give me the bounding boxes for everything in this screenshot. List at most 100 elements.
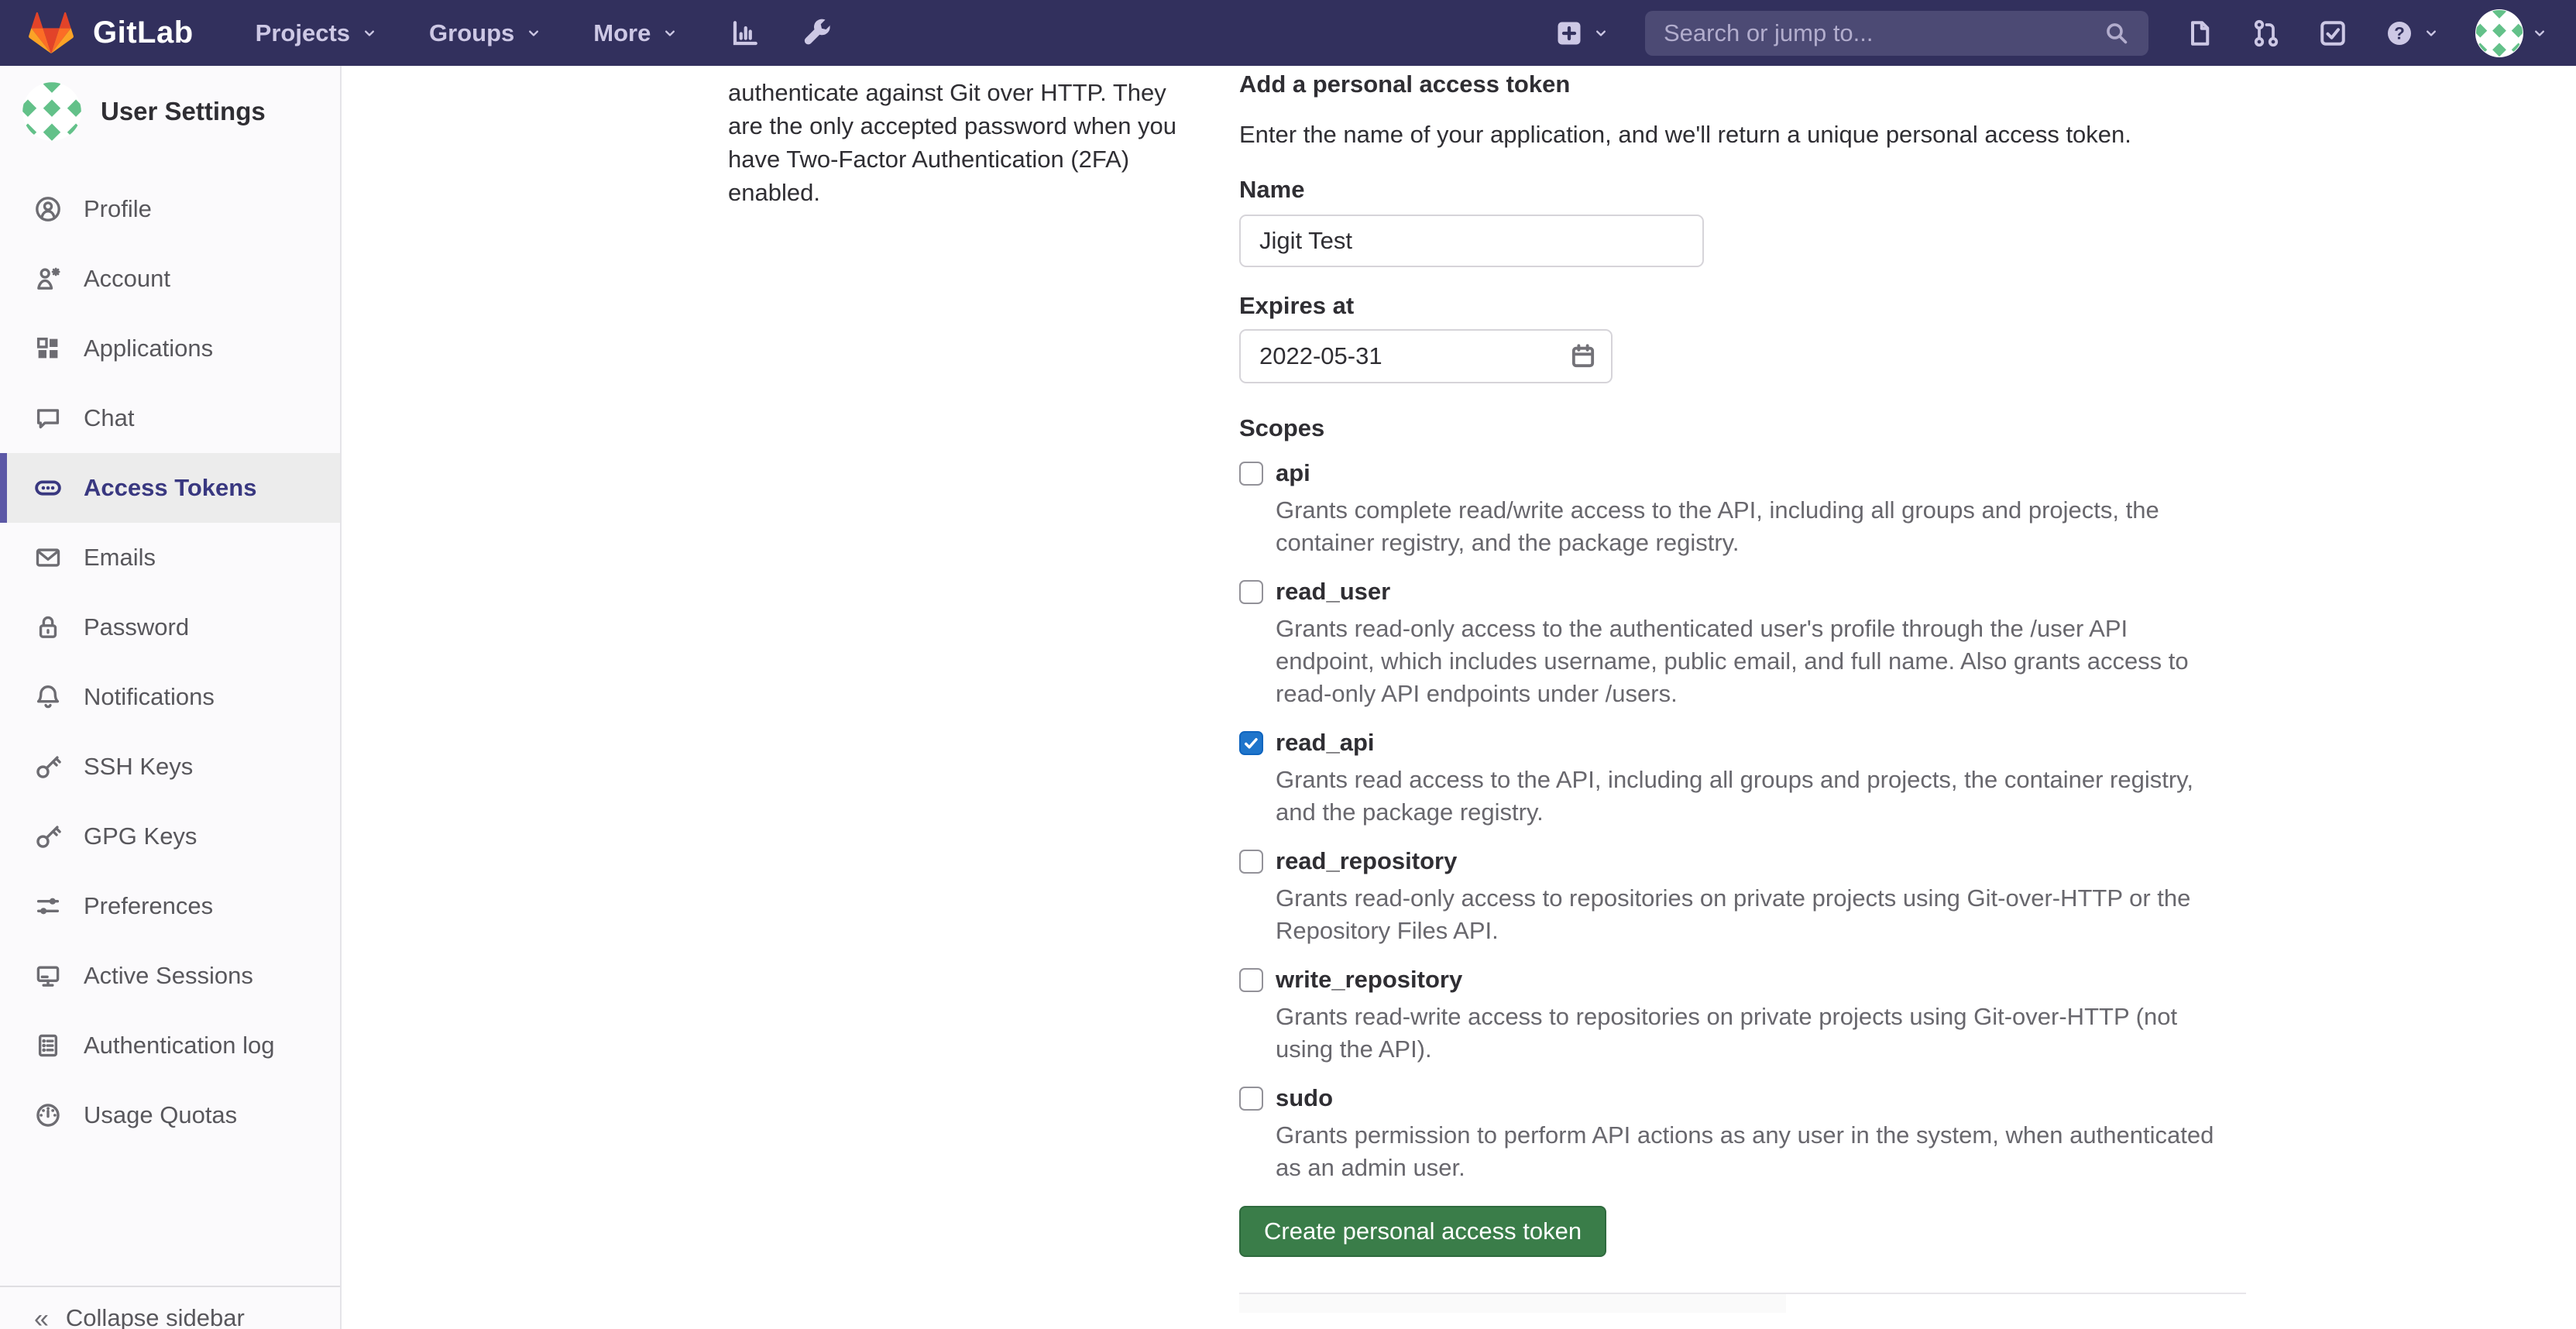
sidebar-item-gpg-keys[interactable]: GPG Keys — [0, 802, 340, 871]
collapse-sidebar-button[interactable]: « Collapse sidebar — [0, 1286, 340, 1329]
avatar — [22, 81, 82, 142]
plus-square-icon — [1554, 18, 1585, 49]
sidebar-item-label: Password — [84, 613, 189, 641]
chevron-down-icon — [2423, 25, 2440, 42]
sidebar-item-label: Applications — [84, 335, 213, 362]
new-menu-button[interactable] — [1554, 18, 1609, 49]
sidebar-nav: Profile Account Applications Chat Access Tok… — [0, 174, 340, 1150]
create-token-button[interactable]: Create personal access token — [1239, 1206, 1606, 1257]
nav-more[interactable]: More — [593, 19, 678, 47]
sidebar-title: User Settings — [101, 97, 266, 126]
merge-request-icon[interactable] — [2251, 18, 2282, 49]
issues-document-icon[interactable] — [2184, 18, 2215, 49]
scope-name: api — [1276, 459, 1310, 487]
search-input[interactable] — [1664, 19, 2104, 47]
sidebar-item-usage-quotas[interactable]: Usage Quotas — [0, 1080, 340, 1150]
key-icon — [34, 822, 62, 850]
gauge-icon — [34, 1101, 62, 1129]
form-intro: Enter the name of your application, and … — [1239, 118, 2246, 151]
sliders-icon — [34, 892, 62, 920]
collapse-sidebar-label: Collapse sidebar — [66, 1304, 245, 1329]
scope-desc: Grants read-only access to the authentic… — [1276, 613, 2219, 710]
main-content: authenticate against Git over HTTP. They… — [343, 66, 2576, 1329]
bell-icon — [34, 683, 62, 711]
sidebar-item-label: Notifications — [84, 683, 215, 711]
sidebar-item-label: Active Sessions — [84, 962, 253, 990]
sidebar-item-password[interactable]: Password — [0, 592, 340, 662]
chevron-down-icon — [525, 25, 542, 42]
avatar — [2475, 9, 2523, 57]
scope-checkbox-read_repository[interactable] — [1239, 850, 1263, 874]
scope-desc: Grants permission to perform API actions… — [1276, 1119, 2219, 1184]
scope-row-read_repository: read_repository Grants read-only access t… — [1239, 847, 2246, 947]
sidebar-item-label: Authentication log — [84, 1032, 274, 1059]
key-icon — [34, 753, 62, 781]
sidebar-item-label: Usage Quotas — [84, 1101, 237, 1129]
sidebar-item-active-sessions[interactable]: Active Sessions — [0, 941, 340, 1011]
scope-name: sudo — [1276, 1084, 1333, 1112]
help-question-icon — [2384, 18, 2415, 49]
sidebar-item-access-tokens[interactable]: Access Tokens — [0, 453, 340, 523]
nav-projects[interactable]: Projects — [256, 19, 378, 47]
chevron-down-icon — [1592, 25, 1609, 42]
expires-label: Expires at — [1239, 290, 2246, 321]
sidebar-item-emails[interactable]: Emails — [0, 523, 340, 592]
sidebar-item-profile[interactable]: Profile — [0, 174, 340, 244]
chevron-down-icon — [361, 25, 378, 42]
nav-groups[interactable]: Groups — [429, 19, 542, 47]
sidebar-item-applications[interactable]: Applications — [0, 314, 340, 383]
scope-checkbox-write_repository[interactable] — [1239, 968, 1263, 992]
sidebar-item-ssh-keys[interactable]: SSH Keys — [0, 732, 340, 802]
nav-groups-label: Groups — [429, 19, 514, 47]
log-icon — [34, 1032, 62, 1059]
scope-checkbox-api[interactable] — [1239, 462, 1263, 486]
scope-row-write_repository: write_repositoryGrants read-write access… — [1239, 966, 2246, 1066]
scope-desc: Grants complete read/write access to the… — [1276, 494, 2219, 559]
token-name-input[interactable] — [1239, 215, 1704, 267]
next-section-edge — [1239, 1294, 1786, 1313]
add-token-form: Add a personal access token Enter the na… — [1239, 66, 2246, 1313]
check-icon — [1242, 734, 1260, 752]
wrench-icon[interactable] — [802, 18, 833, 49]
sidebar-item-label: Access Tokens — [84, 474, 256, 502]
sidebar-item-notifications[interactable]: Notifications — [0, 662, 340, 732]
section-description: authenticate against Git over HTTP. They… — [728, 76, 1188, 209]
account-icon — [34, 265, 62, 293]
sidebar-item-label: SSH Keys — [84, 753, 193, 781]
scope-name: read_user — [1276, 578, 1390, 606]
bar-chart-icon[interactable] — [730, 18, 761, 49]
help-menu-button[interactable] — [2384, 18, 2440, 49]
sidebar-item-account[interactable]: Account — [0, 244, 340, 314]
expires-date-input[interactable] — [1239, 329, 1613, 383]
top-navbar: GitLab Projects Groups More — [0, 0, 2576, 66]
scope-name: read_api — [1276, 729, 1375, 757]
search-icon — [2104, 20, 2130, 46]
scope-checkbox-read_user[interactable] — [1239, 580, 1263, 604]
chevron-down-icon — [2531, 25, 2548, 42]
sidebar-item-label: Emails — [84, 544, 156, 572]
section-divider — [1239, 1293, 2246, 1313]
chevron-down-icon — [661, 25, 678, 42]
todo-check-icon[interactable] — [2317, 18, 2348, 49]
brand-wordmark[interactable]: GitLab — [93, 15, 194, 50]
global-search[interactable] — [1645, 11, 2148, 56]
sidebar-item-preferences[interactable]: Preferences — [0, 871, 340, 941]
scope-checkbox-read_api[interactable] — [1239, 731, 1263, 755]
user-menu-button[interactable] — [2475, 9, 2548, 57]
sidebar-item-chat[interactable]: Chat — [0, 383, 340, 453]
scope-name: read_repository — [1276, 847, 1457, 875]
sidebar-item-authentication-log[interactable]: Authentication log — [0, 1011, 340, 1080]
monitor-icon — [34, 962, 62, 990]
gitlab-tanuki-logo-icon[interactable] — [28, 11, 74, 56]
nav-more-label: More — [593, 19, 651, 47]
lock-icon — [34, 613, 62, 641]
scope-checkbox-sudo[interactable] — [1239, 1087, 1263, 1111]
profile-icon — [34, 195, 62, 223]
scope-desc: Grants read-only access to repositories … — [1276, 882, 2219, 947]
scope-name: write_repository — [1276, 966, 1462, 994]
mail-icon — [34, 544, 62, 572]
name-label: Name — [1239, 174, 2246, 205]
scope-row-sudo: sudo Grants permission to perform API act… — [1239, 1084, 2246, 1184]
sidebar-item-label: Preferences — [84, 892, 213, 920]
sidebar-item-label: Account — [84, 265, 170, 293]
